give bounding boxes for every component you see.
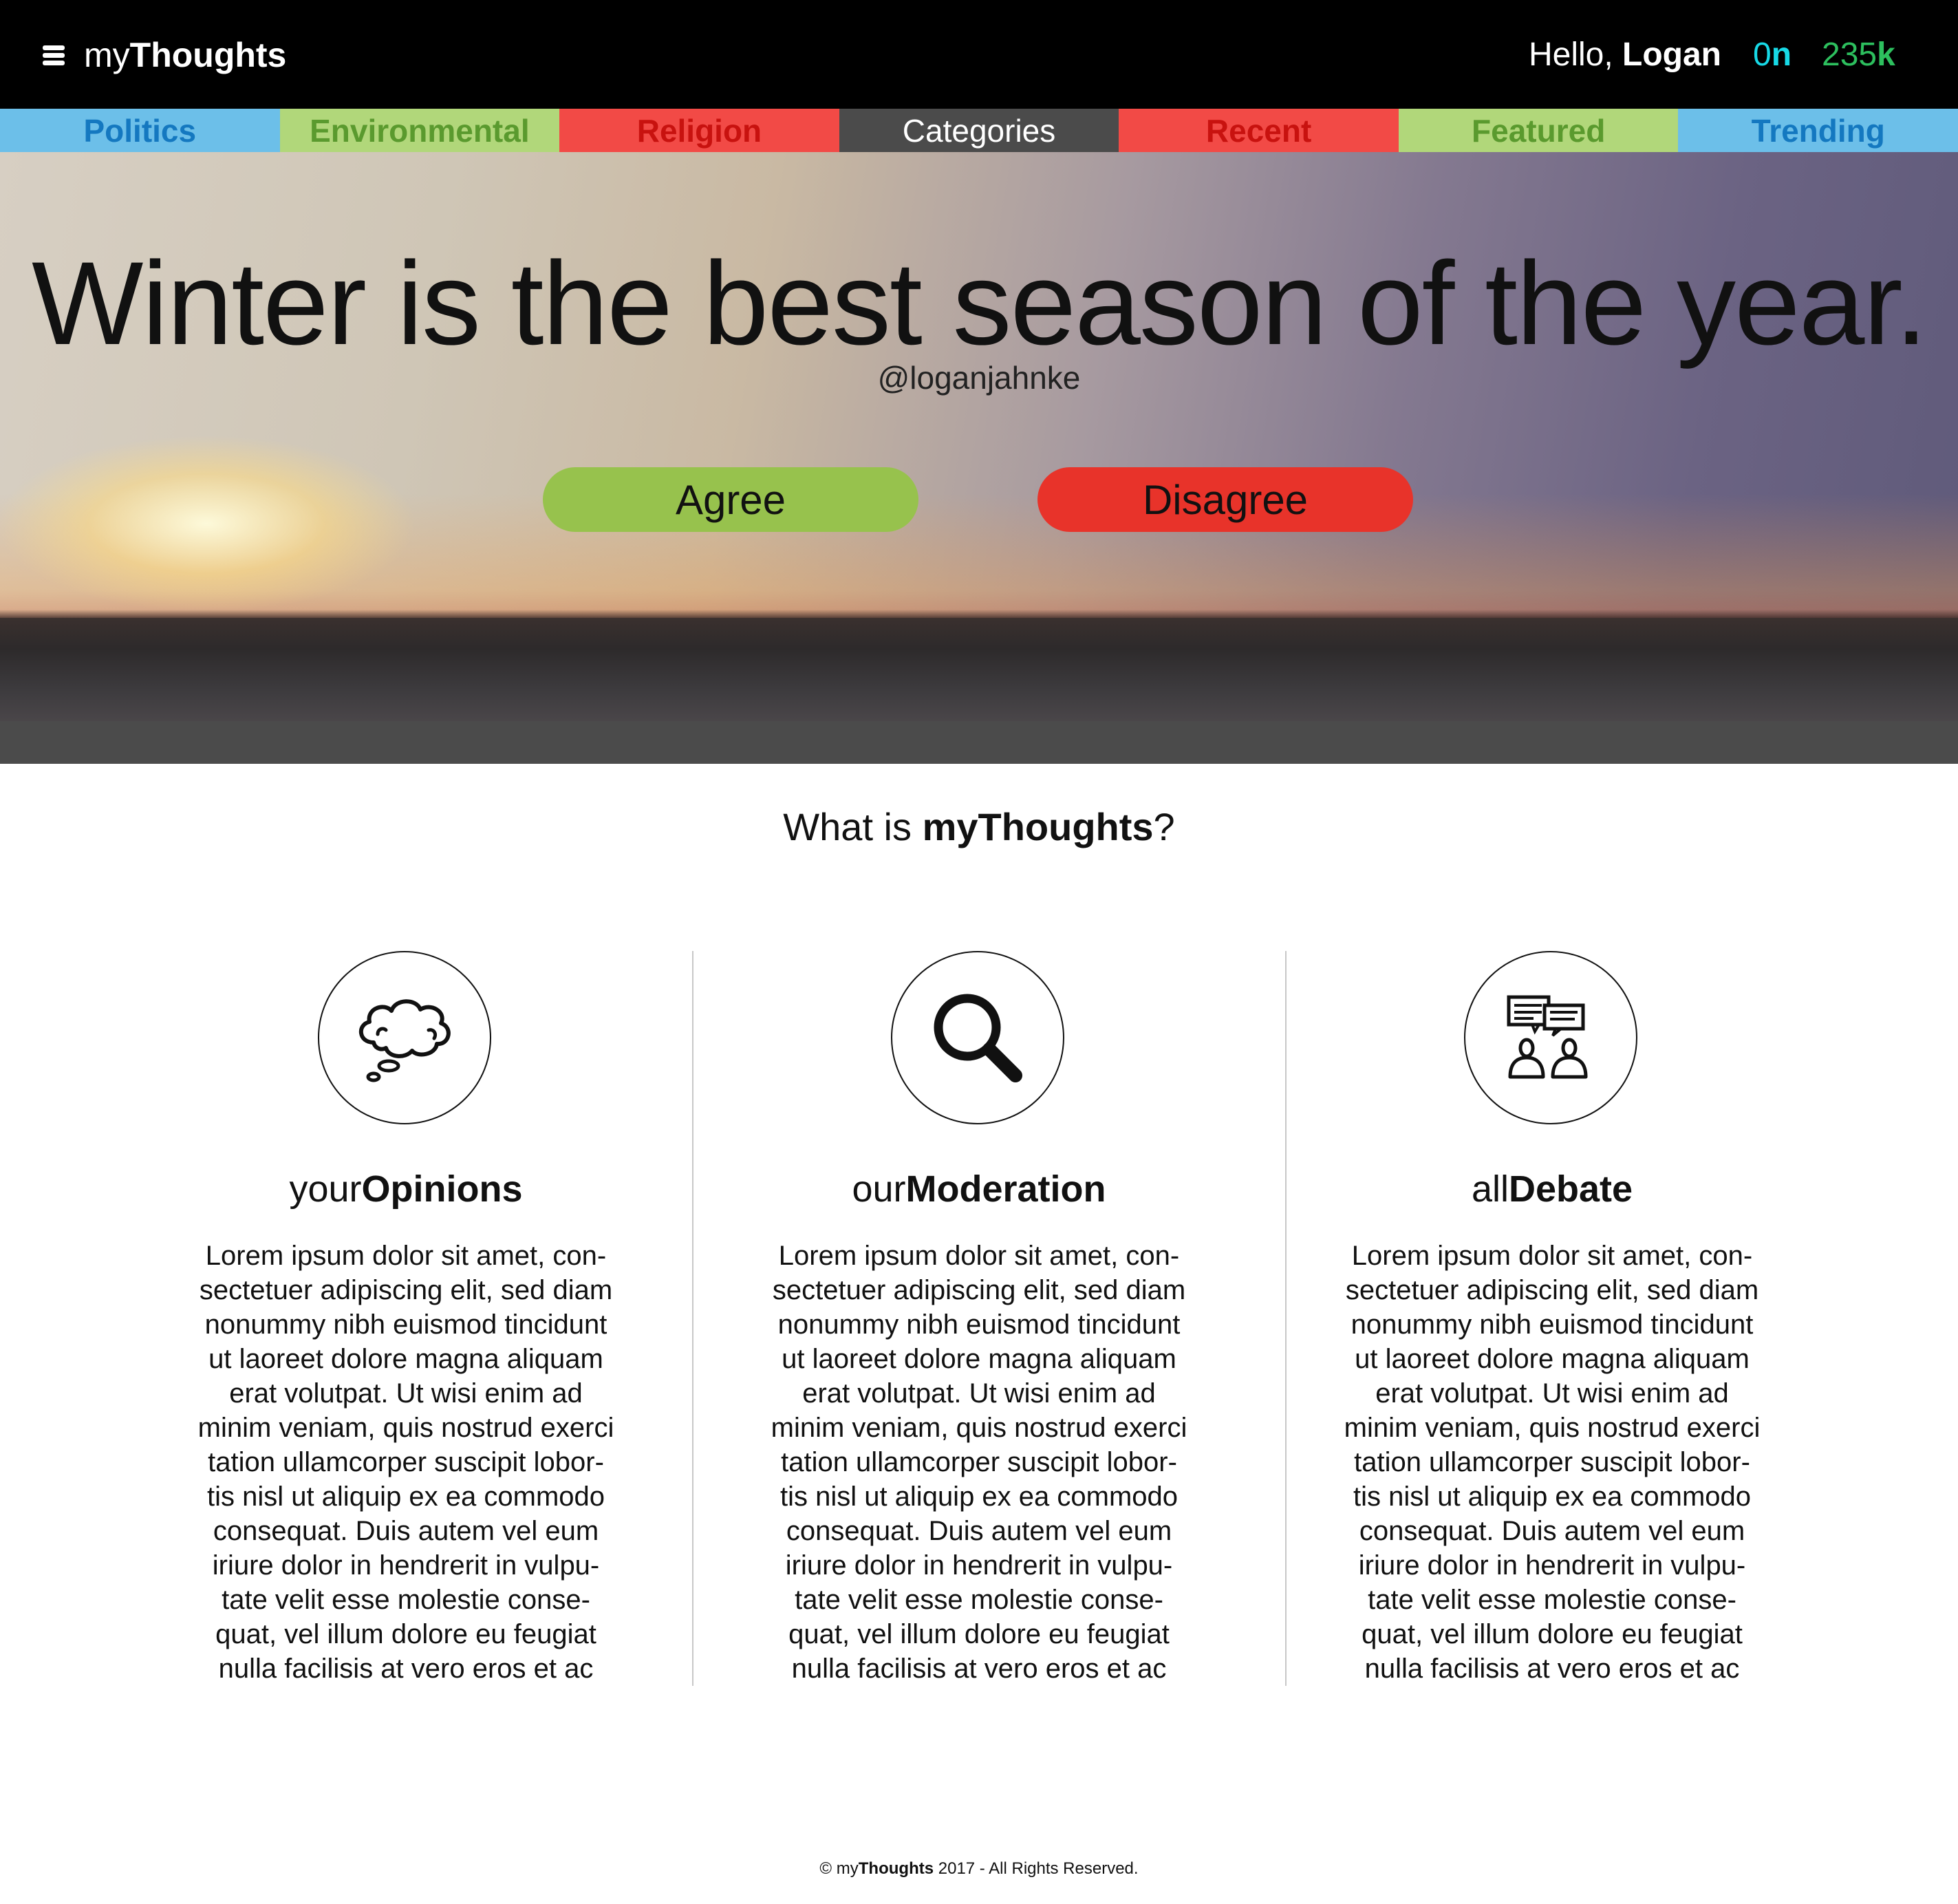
category-nav: Politics Environmental Religion Categori… [0,109,1958,152]
online-indicator[interactable]: 0n [1753,33,1792,77]
thought-author[interactable]: @loganjahnke [0,357,1958,398]
hamburger-menu-icon[interactable] [43,45,65,66]
hero-ground [0,618,1958,721]
column-divider [692,951,693,1686]
user-greeting[interactable]: Hello, Logan [1529,33,1721,77]
feature-title: allDebate [1471,1168,1633,1210]
agree-button[interactable]: Agree [543,467,918,532]
feature-description: Lorem ipsum dolor sit amet, con-sectetue… [197,1241,614,1684]
debate-people-icon [1464,951,1637,1124]
feature-description: Lorem ipsum dolor sit amet, con-sectetue… [771,1241,1187,1684]
magnifier-icon [891,951,1064,1124]
category-tab-religion[interactable]: Religion [559,109,839,152]
brand-logo[interactable]: myThoughts [84,33,286,77]
disagree-button[interactable]: Disagree [1037,467,1413,532]
hero-bottom-strip [0,721,1958,764]
top-bar: myThoughts Hello, Logan 0n 235k [0,0,1958,109]
feature-description: Lorem ipsum dolor sit amet, con-sectetue… [1344,1241,1761,1684]
category-tab-recent[interactable]: Recent [1119,109,1399,152]
category-tab-environmental[interactable]: Environmental [279,109,560,152]
thought-title: Winter is the best season of the year. [32,237,1928,370]
column-divider [1285,951,1287,1686]
feature-title: yourOpinions [289,1168,523,1210]
feature-title: ourModeration [852,1168,1106,1210]
hero-banner: Winter is the best season of the year. @… [0,152,1958,721]
category-tab-featured[interactable]: Featured [1398,109,1679,152]
about-heading: What is myThoughts? [783,805,1175,848]
footer-copyright: © myThoughts 2017 - All Rights Reserved. [819,1859,1139,1878]
category-tab-categories[interactable]: Categories [839,109,1119,152]
thought-bubble-icon [318,951,491,1124]
thought-count[interactable]: 235k [1822,33,1895,77]
category-tab-politics[interactable]: Politics [0,109,280,152]
category-tab-trending[interactable]: Trending [1678,109,1958,152]
